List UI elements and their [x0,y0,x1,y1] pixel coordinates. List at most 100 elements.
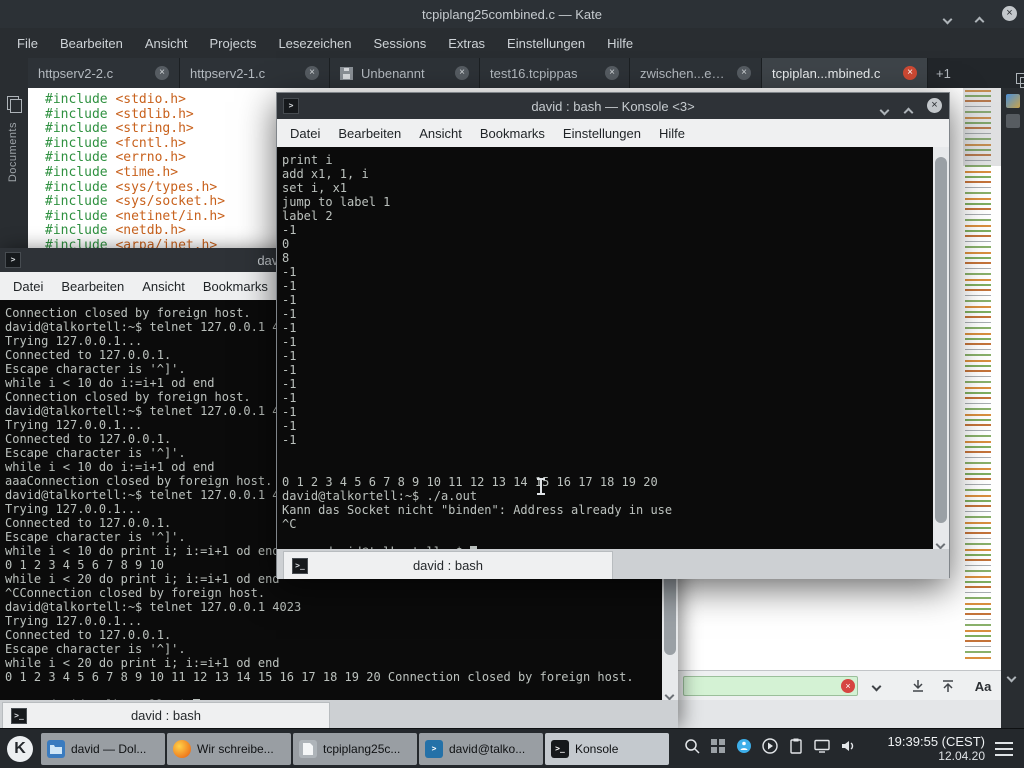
menu-item[interactable]: Hilfe [596,36,644,51]
terminal-line: -1 [282,265,949,279]
menu-item[interactable]: Ansicht [410,126,471,141]
menu-item[interactable]: Bearbeiten [49,36,134,51]
find-prev-button[interactable] [936,674,960,698]
tab-close-icon[interactable]: × [305,66,319,80]
application-launcher-button[interactable]: K [3,732,37,766]
digital-clock[interactable]: 19:39:55 (CEST) 12.04.20 [867,734,985,764]
terminal-line: -1 [282,433,949,447]
terminal-line: 0 1 2 3 4 5 6 7 8 9 10 11 12 13 14 15 16… [282,475,949,489]
minimap-view-rect[interactable] [963,88,1001,166]
display-icon[interactable] [813,737,831,760]
tab-close-icon[interactable]: × [155,66,169,80]
clipboard-icon[interactable] [787,737,805,760]
tab-httpserv2-1[interactable]: httpserv2-1.c × [180,58,330,88]
scroll-down-icon[interactable] [1008,668,1017,686]
tab-close-icon[interactable]: × [605,66,619,80]
task-konsole[interactable]: >_ Konsole [545,733,669,765]
menu-item[interactable]: Datei [4,279,52,294]
task-terminal-session[interactable]: > david@talko... [419,733,543,765]
konsole3-terminal[interactable]: print iadd x1, 1, iset i, x1jump to labe… [277,147,949,549]
menu-item[interactable]: Einstellungen [554,126,650,141]
kate-titlebar[interactable]: tcpiplang25combined.c — Kate × [0,0,1024,28]
terminal-prompt-line: david@talkortell:~$ [5,684,200,698]
tool-view-icon[interactable] [1006,114,1020,128]
tab-close-icon[interactable]: × [737,66,751,80]
konsole3-tabbar: >_ david : bash [277,549,949,579]
terminal-line: add x1, 1, i [282,167,949,181]
task-firefox[interactable]: Wir schreibe... [167,733,291,765]
terminal-tab-icon: >_ [292,558,308,574]
terminal-prompt-line: david@talkortell:~$ [282,531,477,545]
mouse-cursor [540,479,542,494]
menu-item[interactable]: Bearbeiten [329,126,410,141]
tool-view-icon[interactable] [1006,94,1020,108]
terminal-icon: > [425,740,443,758]
search-input[interactable] [683,676,858,696]
scroll-down-icon[interactable] [937,535,944,549]
kate-right-dock [1001,88,1024,728]
menu-item[interactable]: Ansicht [134,36,199,51]
tab-zwischen[interactable]: zwischen...e001.txt × [630,58,762,88]
terminal-line: label 2 [282,209,949,223]
terminal-line: jump to label 1 [282,195,949,209]
menu-item[interactable]: Hilfe [650,126,694,141]
clear-search-icon[interactable]: × [841,679,855,693]
scroll-down-icon[interactable] [666,686,673,700]
terminal-line: Escape character is '^]'. [5,642,678,656]
tab-close-modified-icon[interactable]: × [903,66,917,80]
kate-minimap[interactable] [963,88,1001,670]
terminal-line: Trying 127.0.0.1... [5,614,678,628]
bluetooth-status-icon[interactable] [735,737,753,760]
folder-icon [47,740,65,758]
konsole3-close-icon[interactable]: × [927,98,942,113]
documents-tool-label[interactable]: Documents [7,122,21,182]
menu-item[interactable]: File [6,36,49,51]
tab-tcpiplang-combined[interactable]: tcpiplan...mbined.c × [762,58,928,88]
menu-item[interactable]: Extras [437,36,496,51]
tab-overflow-count[interactable]: +1 [928,66,959,81]
scrollbar-thumb[interactable] [935,157,947,523]
konsole-window-3: > david : bash — Konsole <3> × DateiBear… [276,92,950,578]
find-next-button[interactable] [906,674,930,698]
menu-item[interactable]: Sessions [362,36,437,51]
menu-item[interactable]: Bookmarks [471,126,554,141]
app-grid-icon[interactable] [709,737,727,760]
menu-item[interactable]: Bearbeiten [52,279,133,294]
menu-item[interactable]: Datei [281,126,329,141]
search-dropdown-icon[interactable] [864,674,888,698]
terminal-tab-label: david : bash [131,708,201,723]
tab-httpserv2-2[interactable]: httpserv2-2.c × [28,58,180,88]
tab-close-icon[interactable]: × [455,66,469,80]
konsole2-tabbar: >_ david : bash [0,700,678,728]
tab-test16[interactable]: test16.tcpippas × [480,58,630,88]
konsole3-titlebar[interactable]: > david : bash — Konsole <3> × [277,93,949,119]
konsole3-maximize-icon[interactable] [905,104,912,119]
media-player-icon[interactable] [761,737,779,760]
system-tray [683,737,857,760]
terminal-line: -1 [282,307,949,321]
menu-item[interactable]: Ansicht [133,279,194,294]
kate-close-icon[interactable]: × [1002,6,1017,21]
kate-window-title: tcpiplang25combined.c — Kate [422,7,602,22]
kate-minimize-icon[interactable] [944,11,951,26]
terminal-line: -1 [282,335,949,349]
terminal-line: ^C [282,517,949,531]
menu-item[interactable]: Einstellungen [496,36,596,51]
terminal-line: ^CConnection closed by foreign host. [5,586,678,600]
konsole3-scrollbar[interactable] [933,147,949,549]
menu-item[interactable]: Projects [198,36,267,51]
kate-maximize-icon[interactable] [976,13,983,28]
menu-item[interactable]: Bookmarks [194,279,277,294]
menu-item[interactable]: Lesezeichen [267,36,362,51]
tab-unbenannt[interactable]: Unbenannt × [330,58,480,88]
task-dolphin[interactable]: david — Dol... [41,733,165,765]
search-icon[interactable] [683,737,701,760]
documents-tool-icon[interactable] [7,96,21,112]
match-case-button[interactable]: Aa [966,674,1000,698]
task-kate[interactable]: tcpiplang25c... [293,733,417,765]
konsole3-minimize-icon[interactable] [881,102,888,117]
terminal-tab[interactable]: >_ david : bash [2,702,330,728]
terminal-tab[interactable]: >_ david : bash [283,551,613,579]
volume-icon[interactable] [839,737,857,760]
panel-settings-icon[interactable] [995,742,1013,756]
